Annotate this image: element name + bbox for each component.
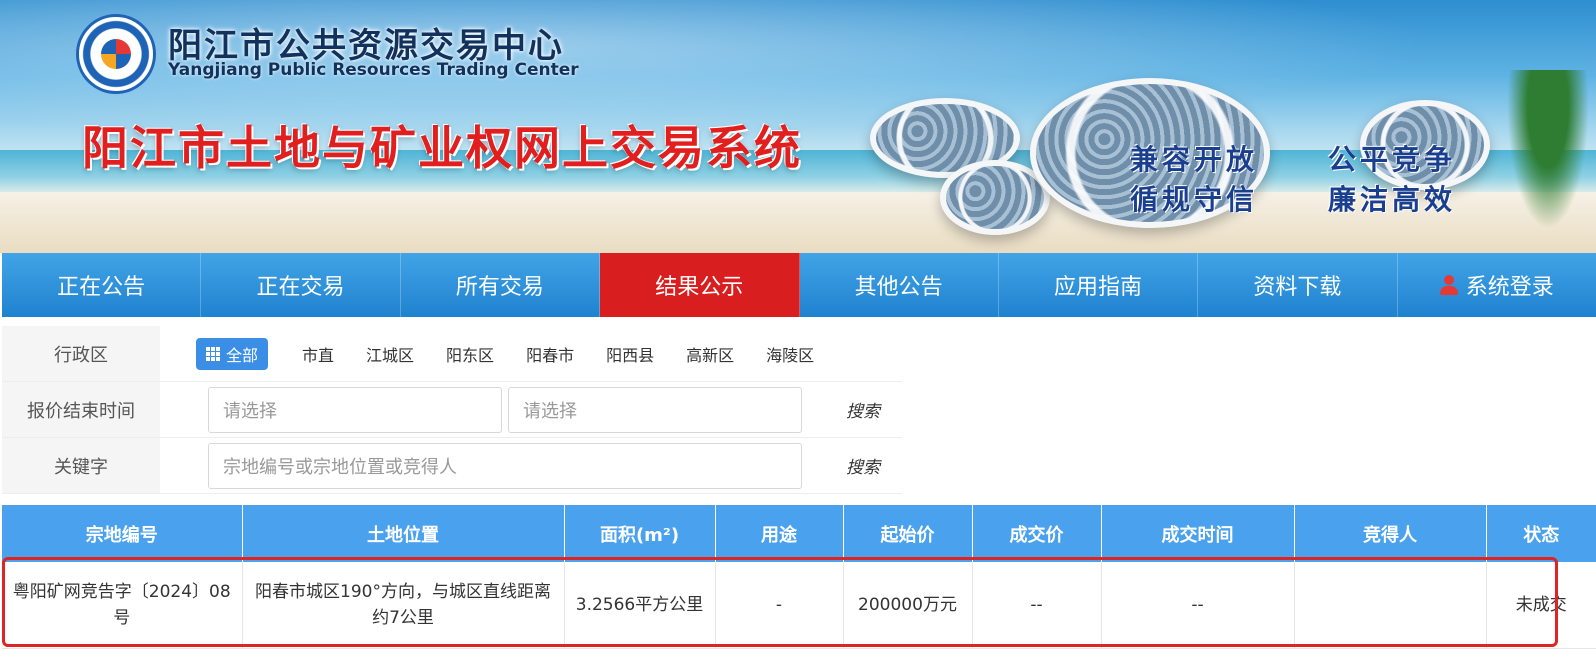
keyword-filter-row: 关键字 宗地编号或宗地位置或竞得人 搜索 <box>2 438 902 494</box>
column-header: 面积(m²) <box>564 505 716 562</box>
region-option[interactable]: 市直 <box>302 342 334 366</box>
table-row[interactable]: 粤阳矿网竞告字〔2024〕08号 阳春市城区190°方向，与城区直线距离约7公里… <box>2 562 1596 649</box>
time-label: 报价结束时间 <box>2 382 160 437</box>
cell-location: 阳春市城区190°方向，与城区直线距离约7公里 <box>242 562 565 649</box>
logo-mark-icon <box>101 39 131 69</box>
keyword-inputs: 宗地编号或宗地位置或竞得人 搜索 <box>160 438 902 493</box>
nav-item-label: 正在公告 <box>57 275 146 300</box>
user-icon <box>1439 275 1458 295</box>
palm-tree-illustration <box>1500 70 1596 250</box>
region-filter-row: 行政区 全部 市直 江城区 阳东区 阳春市 阳西县 高新区 海陵区 <box>2 326 902 382</box>
keyword-input[interactable]: 宗地编号或宗地位置或竞得人 <box>208 442 802 489</box>
cell-parcel-no[interactable]: 粤阳矿网竞告字〔2024〕08号 <box>2 562 243 649</box>
region-option[interactable]: 阳东区 <box>446 342 494 366</box>
cell-area: 3.2566平方公里 <box>564 562 716 649</box>
slogan: 公平竞争 <box>1328 143 1457 176</box>
slogan: 廉洁高效 <box>1328 183 1457 216</box>
nav-item-other-announcements[interactable]: 其他公告 <box>800 253 999 317</box>
region-option[interactable]: 阳春市 <box>526 342 574 366</box>
keyword-search-button[interactable]: 搜索 <box>846 453 880 478</box>
cell-winner <box>1294 562 1487 649</box>
grid-icon <box>206 346 220 361</box>
cell-start-price: 200000万元 <box>843 562 973 649</box>
filter-panel: 行政区 全部 市直 江城区 阳东区 阳春市 阳西县 高新区 海陵区 报价结束时间… <box>2 326 902 494</box>
keyword-label: 关键字 <box>2 438 160 493</box>
column-header: 成交时间 <box>1101 505 1295 562</box>
column-header: 宗地编号 <box>2 505 243 562</box>
org-logo[interactable] <box>76 14 156 94</box>
region-label: 行政区 <box>2 326 160 381</box>
region-option[interactable]: 阳西县 <box>606 342 654 366</box>
column-header: 状态 <box>1486 505 1596 562</box>
nav-item-downloads[interactable]: 资料下载 <box>1198 253 1398 317</box>
time-inputs: 请选择 请选择 搜索 <box>160 382 902 437</box>
header-banner: 阳江市公共资源交易中心 Yangjiang Public Resources T… <box>0 0 1596 253</box>
column-header: 起始价 <box>843 505 973 562</box>
region-options: 全部 市直 江城区 阳东区 阳春市 阳西县 高新区 海陵区 <box>160 326 902 381</box>
nav-item-label: 结果公示 <box>655 275 744 300</box>
nav-item-label: 正在交易 <box>256 275 345 300</box>
time-start-input[interactable]: 请选择 <box>208 386 502 433</box>
nav-item-current-trading[interactable]: 正在交易 <box>201 253 401 317</box>
column-header: 土地位置 <box>242 505 565 562</box>
nav-item-login[interactable]: 系统登录 <box>1398 253 1596 317</box>
slogan: 循规守信 <box>1130 183 1259 216</box>
nav-item-guide[interactable]: 应用指南 <box>999 253 1199 317</box>
org-name-en: Yangjiang Public Resources Trading Cente… <box>168 60 579 80</box>
cell-status: 未成交 <box>1486 562 1596 649</box>
region-option[interactable]: 高新区 <box>686 342 734 366</box>
column-header: 用途 <box>715 505 844 562</box>
region-all-label: 全部 <box>226 345 259 365</box>
search-button[interactable]: 搜索 <box>846 397 880 422</box>
nav-item-current-announcements[interactable]: 正在公告 <box>2 253 202 317</box>
nav-item-all-trading[interactable]: 所有交易 <box>401 253 601 317</box>
time-filter-row: 报价结束时间 请选择 请选择 搜索 <box>2 382 902 438</box>
nav-item-label: 所有交易 <box>455 275 544 300</box>
region-option[interactable]: 海陵区 <box>766 342 814 366</box>
nav-item-label: 其他公告 <box>854 275 943 300</box>
column-header: 竞得人 <box>1294 505 1487 562</box>
cell-use: - <box>715 562 844 649</box>
main-nav: 正在公告 正在交易 所有交易 结果公示 其他公告 应用指南 资料下载 系统登录 <box>2 253 1596 317</box>
slogan: 兼容开放 <box>1130 143 1259 176</box>
nav-item-label: 系统登录 <box>1465 275 1554 300</box>
nav-item-label: 应用指南 <box>1054 275 1143 300</box>
region-option[interactable]: 江城区 <box>366 342 414 366</box>
cell-deal-price: -- <box>972 562 1102 649</box>
column-header: 成交价 <box>972 505 1102 562</box>
system-title: 阳江市土地与矿业权网上交易系统 <box>82 121 802 175</box>
region-all-button[interactable]: 全部 <box>196 337 269 370</box>
nav-item-results[interactable]: 结果公示 <box>600 253 800 317</box>
results-table: 宗地编号 土地位置 面积(m²) 用途 起始价 成交价 成交时间 竞得人 状态 … <box>2 505 1596 649</box>
cell-deal-time: -- <box>1101 562 1295 649</box>
table-header-row: 宗地编号 土地位置 面积(m²) 用途 起始价 成交价 成交时间 竞得人 状态 <box>2 505 1596 562</box>
time-end-input[interactable]: 请选择 <box>508 386 802 433</box>
nav-item-label: 资料下载 <box>1253 275 1342 300</box>
